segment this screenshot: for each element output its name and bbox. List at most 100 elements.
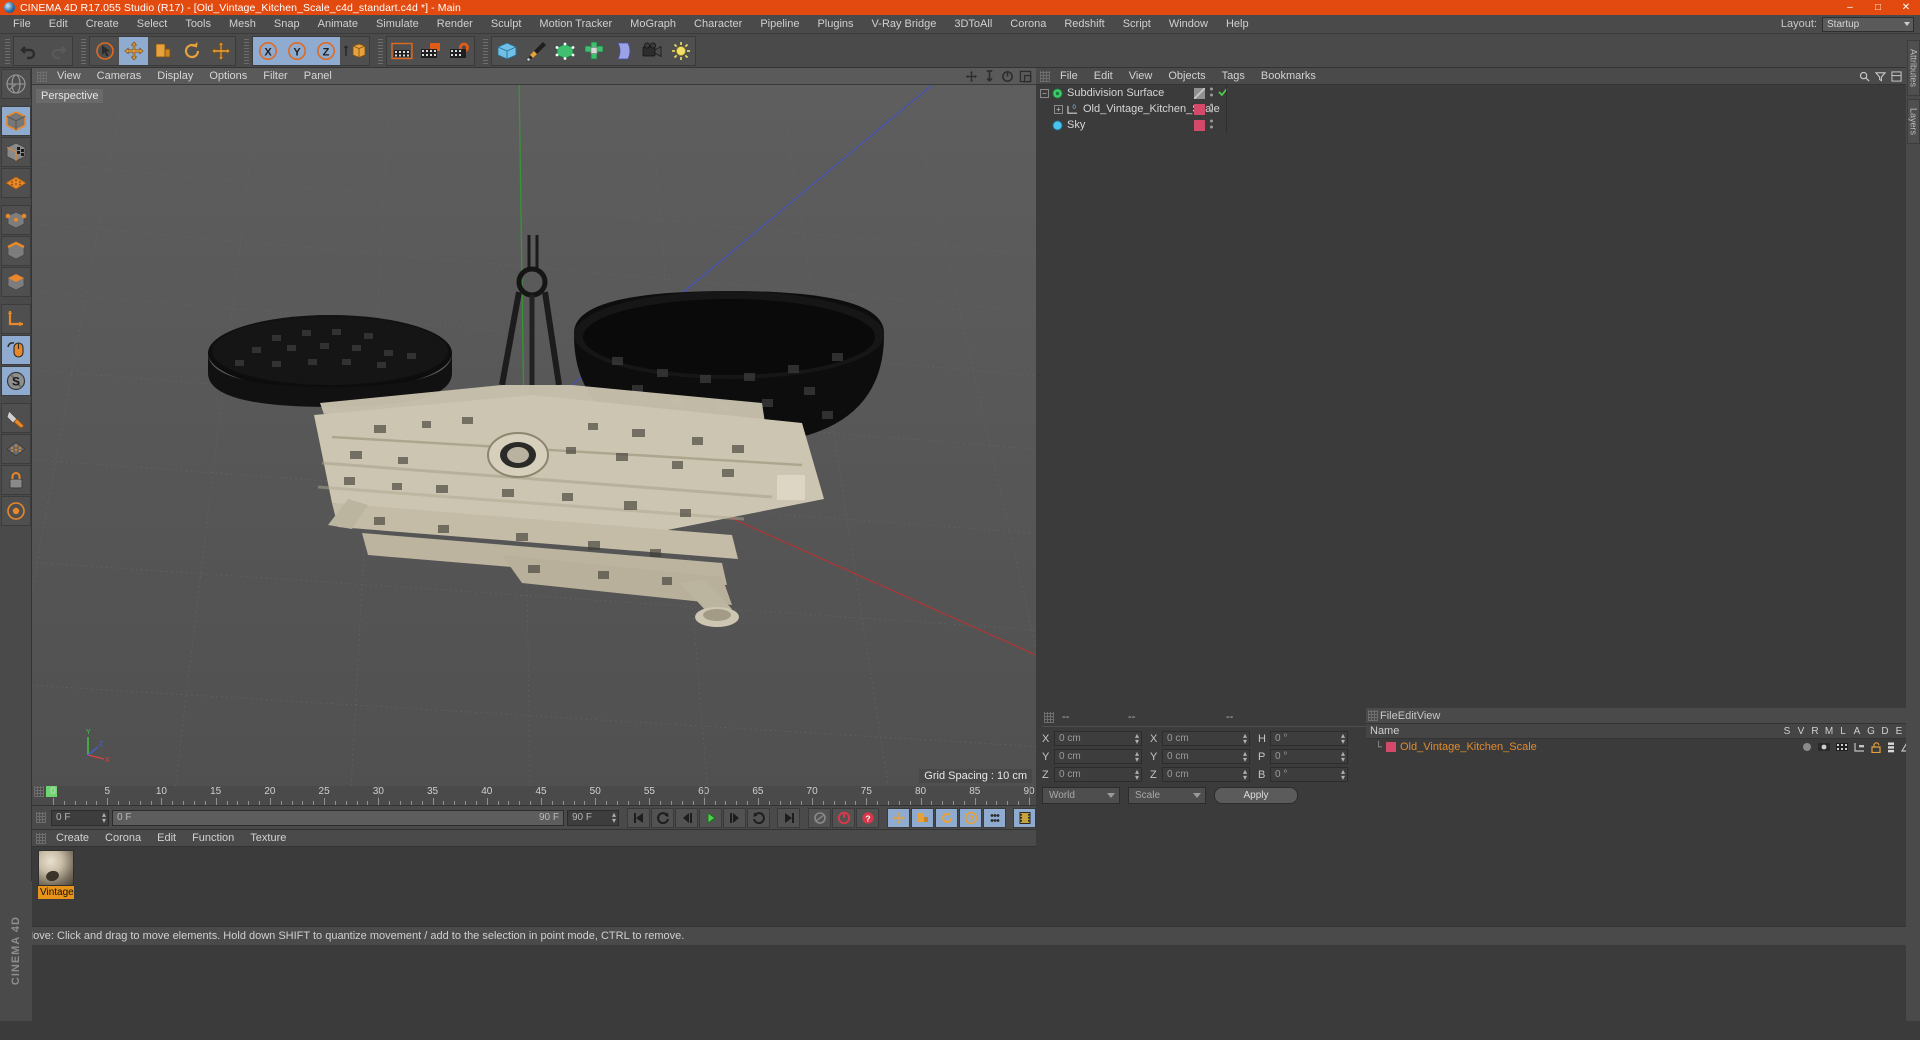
redo-icon[interactable] (43, 37, 72, 65)
menu-item-simulate[interactable]: Simulate (367, 15, 428, 34)
rotation-key-icon[interactable] (935, 807, 958, 828)
viewport-menu-filter[interactable]: Filter (255, 70, 295, 82)
object-row[interactable]: +0 Old_Vintage_Kitchen_Scale (1036, 101, 1906, 117)
toolbar-grip[interactable] (483, 37, 488, 64)
object-mode-cube-icon[interactable] (0, 106, 31, 136)
object-manager-menu-objects[interactable]: Objects (1160, 70, 1213, 82)
pan-icon[interactable] (965, 70, 978, 83)
panel-grip[interactable] (1368, 710, 1378, 721)
axis-modify-icon[interactable] (0, 304, 31, 334)
play-icon[interactable] (699, 807, 722, 828)
panel-grip[interactable] (34, 786, 44, 797)
cube-primitive-icon[interactable] (492, 37, 521, 65)
layer-row[interactable]: └ Old_Vintage_Kitchen_Scale (1366, 739, 1920, 755)
viewport-menu-display[interactable]: Display (149, 70, 201, 82)
record-active-objects-icon[interactable] (808, 807, 831, 828)
render-settings-icon[interactable] (445, 37, 474, 65)
visibility-dots-icon[interactable] (1209, 102, 1214, 117)
viewport-menu-view[interactable]: View (49, 70, 89, 82)
world-axis-icon[interactable] (0, 69, 31, 99)
dolly-icon[interactable] (983, 69, 996, 83)
spinner-icon[interactable]: ▴ ▾ (1135, 750, 1139, 764)
apply-button[interactable]: Apply (1214, 787, 1298, 804)
coordinate-field-rotation-p[interactable]: 0 ° ▴ ▾ (1270, 749, 1348, 764)
spinner-icon[interactable]: ▴ ▾ (1341, 750, 1345, 764)
minimize-button[interactable]: – (1836, 0, 1864, 15)
object-tree[interactable]: − Subdivision Surface +0 Old_Vintage_Kitche… (1036, 85, 1906, 708)
menu-item-render[interactable]: Render (428, 15, 482, 34)
menu-item-redshift[interactable]: Redshift (1055, 15, 1113, 34)
unlock-icon[interactable] (1871, 741, 1881, 753)
visibility-dots-icon[interactable] (1209, 118, 1214, 133)
z-axis-icon[interactable]: Z (311, 36, 340, 65)
menu-item-pipeline[interactable]: Pipeline (751, 15, 808, 34)
rotate-view-icon[interactable] (1001, 70, 1014, 83)
layout-icon[interactable] (1891, 70, 1902, 82)
camera-icon[interactable] (637, 37, 666, 65)
spinner-icon[interactable]: ▴ ▾ (612, 810, 616, 824)
menu-item-mograph[interactable]: MoGraph (621, 15, 685, 34)
autokey-icon[interactable] (832, 807, 855, 828)
points-tool-icon[interactable] (0, 205, 31, 235)
polygons-tool-icon[interactable] (0, 267, 31, 297)
panel-grip[interactable] (37, 70, 47, 82)
menu-item-animate[interactable]: Animate (309, 15, 367, 34)
layer-menu-view[interactable]: View (1417, 710, 1441, 722)
coordinate-field-position-x[interactable]: 0 cm ▴ ▾ (1054, 731, 1142, 746)
rotate-icon[interactable] (177, 37, 206, 65)
viewport-solo-icon[interactable] (0, 335, 31, 365)
spinner-icon[interactable]: ▴ ▾ (1243, 768, 1247, 782)
maximize-button[interactable]: □ (1864, 0, 1892, 15)
toolbar-grip[interactable] (5, 37, 10, 64)
maximize-view-icon[interactable] (1019, 70, 1032, 83)
pen-spline-icon[interactable] (521, 37, 550, 65)
menu-item-corona[interactable]: Corona (1001, 15, 1055, 34)
object-tag-swatch[interactable] (1194, 103, 1205, 115)
material-sphere-icon[interactable] (38, 850, 74, 886)
object-manager-menu-edit[interactable]: Edit (1086, 70, 1121, 82)
current-frame-field[interactable]: 0 F ▴ ▾ (51, 809, 109, 826)
menu-item-help[interactable]: Help (1217, 15, 1258, 34)
menu-item-edit[interactable]: Edit (40, 15, 77, 34)
spinner-icon[interactable]: ▴ ▾ (1243, 750, 1247, 764)
quantize-icon[interactable] (0, 496, 31, 526)
layer-menu-file[interactable]: File (1380, 710, 1398, 722)
material-list[interactable]: Vintage (32, 847, 1036, 926)
undo-icon[interactable] (14, 37, 43, 65)
generator-icon[interactable] (550, 37, 579, 65)
move-axis-icon[interactable] (206, 37, 235, 65)
viewport-menu-cameras[interactable]: Cameras (89, 70, 150, 82)
viewport-menu-panel[interactable]: Panel (296, 70, 340, 82)
render-icon[interactable] (1836, 742, 1848, 752)
filter-icon[interactable] (1875, 71, 1886, 82)
material-menu-corona[interactable]: Corona (97, 832, 149, 844)
step-back-icon[interactable] (675, 807, 698, 828)
tree-expander-icon[interactable]: − (1040, 88, 1049, 98)
spinner-icon[interactable]: ▴ ▾ (102, 810, 106, 824)
render-view-icon[interactable] (387, 37, 416, 65)
grid-snap-icon[interactable] (0, 434, 31, 464)
select-arrow-icon[interactable] (90, 37, 119, 65)
material-menu-create[interactable]: Create (48, 832, 97, 844)
object-row[interactable]: Sky (1036, 117, 1906, 133)
param-key-icon[interactable] (983, 807, 1006, 828)
animation-icon[interactable] (1887, 742, 1895, 753)
material-menu-texture[interactable]: Texture (242, 832, 294, 844)
object-tag-swatch[interactable] (1194, 119, 1205, 131)
menu-item-file[interactable]: File (4, 15, 40, 34)
object-row[interactable]: − Subdivision Surface (1036, 85, 1906, 101)
spinner-icon[interactable]: ▴ ▾ (1341, 768, 1345, 782)
visible-icon[interactable] (1818, 742, 1830, 752)
position-key-icon[interactable] (887, 807, 910, 828)
bend-deformer-icon[interactable] (608, 37, 637, 65)
toolbar-grip[interactable] (244, 37, 249, 64)
close-button[interactable]: ✕ (1892, 0, 1920, 15)
workplane-icon[interactable] (0, 168, 31, 198)
viewport-menu-options[interactable]: Options (201, 70, 255, 82)
object-manager-menu-bookmarks[interactable]: Bookmarks (1253, 70, 1324, 82)
array-icon[interactable] (579, 37, 608, 65)
goto-start-icon[interactable] (627, 807, 650, 828)
menu-item-character[interactable]: Character (685, 15, 751, 34)
pla-key-icon[interactable]: P (959, 807, 982, 828)
layer-menu-edit[interactable]: Edit (1398, 710, 1417, 722)
